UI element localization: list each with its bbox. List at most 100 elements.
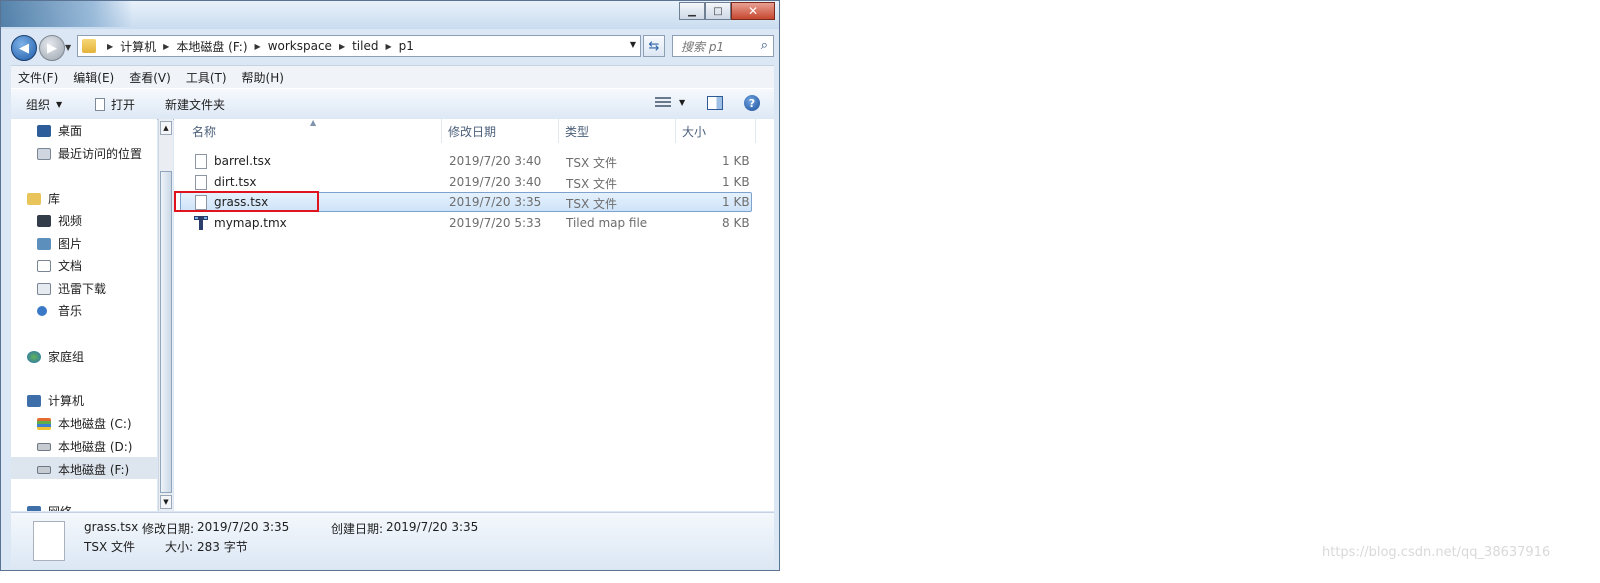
open-button[interactable]: 打开 — [95, 96, 135, 113]
nav-item-drive-c[interactable]: 本地磁盘 (C:) — [37, 415, 132, 432]
details-size-label: 大小: — [165, 540, 194, 554]
preview-pane-icon[interactable] — [707, 96, 723, 110]
search-icon[interactable]: ⌕ — [761, 38, 768, 53]
scroll-down-arrow[interactable]: ▼ — [160, 495, 172, 509]
nav-item-videos[interactable]: 视频 — [37, 212, 82, 229]
menu-edit[interactable]: 编辑(E) — [73, 69, 114, 86]
column-header-size[interactable]: 大小 — [676, 119, 756, 143]
nav-item-desktop[interactable]: 桌面 — [37, 122, 82, 139]
chevron-down-icon[interactable]: ▼ — [679, 98, 685, 107]
drive-icon — [37, 465, 51, 474]
address-bar[interactable]: ▶ 计算机 ▶ 本地磁盘 (F:) ▶ workspace ▶ tiled ▶ p1 ▼ — [77, 35, 641, 57]
details-pane: grass.tsx 修改日期: 2019/7/20 3:35 创建日期: 201… — [11, 512, 774, 569]
search-input[interactable] — [679, 37, 759, 57]
desktop-icon — [37, 124, 51, 137]
details-type: TSX 文件 — [84, 540, 135, 554]
file-list: 名称 ▲ 修改日期 类型 大小 barrel.tsx 2019/7/20 3:4… — [174, 118, 774, 511]
music-icon — [37, 305, 47, 316]
chevron-right-icon[interactable]: ▶ — [163, 42, 169, 51]
title-decoration — [1, 1, 133, 27]
document-icon — [37, 259, 51, 272]
details-created-value: 2019/7/20 3:35 — [386, 520, 479, 534]
search-box[interactable]: ⌕ — [672, 35, 774, 57]
navigation-scrollbar[interactable]: ▲ ▼ — [158, 119, 173, 511]
menu-tools[interactable]: 工具(T) — [186, 69, 227, 86]
back-button[interactable]: ◀ — [11, 35, 37, 61]
breadcrumb-drive-f[interactable]: 本地磁盘 (F:) ▶ — [176, 38, 267, 55]
arrow-right-icon: ▶ — [47, 40, 57, 56]
chevron-right-icon[interactable]: ▶ — [385, 42, 391, 51]
details-modified-value: 2019/7/20 3:35 — [197, 520, 290, 534]
drive-icon — [37, 442, 51, 451]
refresh-icon: ⇆ — [648, 38, 660, 54]
breadcrumb-computer[interactable]: 计算机 ▶ — [120, 38, 176, 55]
network-icon — [27, 505, 41, 511]
maximize-button[interactable]: □ — [705, 2, 731, 20]
caption-buttons: ▁ □ ✕ — [679, 2, 775, 20]
nav-item-music[interactable]: 音乐 — [37, 302, 82, 319]
file-icon — [195, 154, 207, 169]
command-bar: 组织 ▼ 打开 新建文件夹 ▼ ? — [11, 88, 774, 120]
nav-item-xunlei[interactable]: 迅雷下载 — [37, 280, 106, 297]
nav-item-drive-f[interactable]: 本地磁盘 (F:) — [37, 461, 129, 478]
column-header-date[interactable]: 修改日期 — [442, 119, 559, 143]
help-icon[interactable]: ? — [744, 95, 760, 111]
column-header-type[interactable]: 类型 — [559, 119, 676, 143]
details-modified-label: 修改日期: — [142, 522, 195, 536]
organize-button[interactable]: 组织 ▼ — [26, 96, 62, 113]
nav-item-recent[interactable]: 最近访问的位置 — [37, 145, 142, 162]
chevron-right-icon: ▶ — [107, 41, 114, 51]
recent-pages-dropdown[interactable]: ▼ — [65, 43, 71, 52]
address-dropdown-icon[interactable]: ▼ — [630, 40, 636, 49]
nav-item-computer[interactable]: 计算机 — [27, 392, 84, 409]
navigation-pane: 桌面 最近访问的位置 库 视频 图片 文档 迅雷下载 音乐 家庭组 计算机 本地 — [11, 119, 157, 511]
chevron-down-icon: ▼ — [56, 100, 63, 109]
chevron-right-icon[interactable]: ▶ — [339, 42, 345, 51]
nav-item-documents[interactable]: 文档 — [37, 257, 82, 274]
details-created-label: 创建日期: — [331, 522, 384, 536]
folder-icon — [82, 39, 96, 53]
picture-icon — [37, 237, 51, 250]
menu-help[interactable]: 帮助(H) — [242, 69, 284, 86]
breadcrumb-p1[interactable]: p1 — [399, 39, 414, 53]
menu-file[interactable]: 文件(F) — [18, 69, 58, 86]
document-icon — [95, 98, 105, 111]
red-highlight-box — [174, 191, 319, 212]
menu-view[interactable]: 查看(V) — [129, 69, 171, 86]
breadcrumb-tiled[interactable]: tiled ▶ — [352, 39, 399, 53]
table-row[interactable]: dirt.tsx 2019/7/20 3:40 TSX 文件 1 KB — [180, 172, 752, 192]
scroll-up-arrow[interactable]: ▲ — [160, 121, 172, 135]
menu-bar: 文件(F) 编辑(E) 查看(V) 工具(T) 帮助(H) — [11, 65, 774, 88]
homegroup-icon — [27, 350, 41, 363]
scrollbar-thumb[interactable] — [160, 171, 172, 493]
file-icon — [195, 175, 207, 190]
details-filename: grass.tsx — [84, 520, 139, 534]
breadcrumb-workspace[interactable]: workspace ▶ — [268, 39, 352, 53]
nav-item-homegroup[interactable]: 家庭组 — [27, 348, 84, 365]
navigation-bar: ◀ ▶ ▼ ▶ 计算机 ▶ 本地磁盘 (F:) ▶ workspace ▶ tiled… — [1, 31, 779, 61]
system-drive-icon — [37, 417, 51, 430]
nav-item-libraries[interactable]: 库 — [27, 190, 60, 207]
arrow-left-icon: ◀ — [19, 40, 29, 56]
forward-button[interactable]: ▶ — [39, 35, 65, 61]
watermark: https://blog.csdn.net/qq_38637916 — [1322, 545, 1551, 560]
minimize-button[interactable]: ▁ — [679, 2, 705, 20]
nav-item-drive-d[interactable]: 本地磁盘 (D:) — [37, 438, 132, 455]
new-folder-button[interactable]: 新建文件夹 — [165, 96, 225, 113]
table-row[interactable]: barrel.tsx 2019/7/20 3:40 TSX 文件 1 KB — [180, 151, 752, 171]
title-bar[interactable]: ▁ □ ✕ — [1, 1, 779, 29]
library-icon — [27, 192, 41, 205]
details-size-value: 283 字节 — [197, 540, 248, 554]
computer-icon — [27, 394, 41, 407]
file-icon — [33, 521, 65, 561]
table-row[interactable]: mymap.tmx 2019/7/20 5:33 Tiled map file … — [180, 213, 752, 233]
nav-item-pictures[interactable]: 图片 — [37, 235, 82, 252]
close-button[interactable]: ✕ — [731, 2, 775, 20]
refresh-button[interactable]: ⇆ — [643, 35, 665, 57]
view-options-icon[interactable] — [655, 97, 671, 109]
sort-ascending-icon: ▲ — [310, 118, 317, 127]
chevron-right-icon[interactable]: ▶ — [255, 42, 261, 51]
video-icon — [37, 214, 51, 227]
nav-item-network[interactable]: 网络 — [27, 503, 72, 511]
recent-places-icon — [37, 147, 51, 160]
